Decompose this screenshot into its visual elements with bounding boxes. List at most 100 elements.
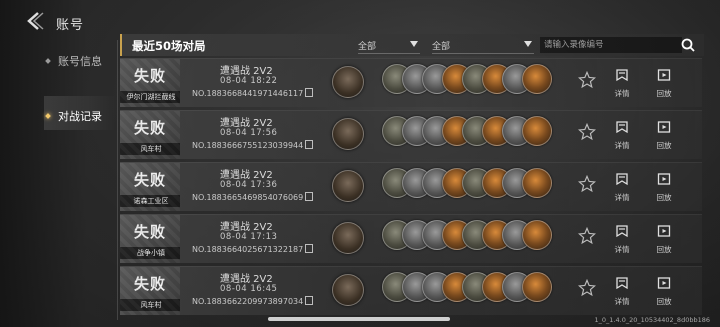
bullet-icon bbox=[45, 58, 51, 64]
replay-number: NO.1883664025671322187 bbox=[192, 244, 314, 254]
unit-icon bbox=[522, 272, 552, 302]
replay-button[interactable]: 回放 bbox=[650, 67, 678, 99]
replay-number: NO.1883668441971446117 bbox=[192, 88, 314, 98]
replay-label: 回放 bbox=[656, 297, 672, 306]
detail-button[interactable]: 详情 bbox=[608, 119, 636, 151]
page-title: 账号 bbox=[56, 18, 85, 33]
match-row[interactable]: 失败 战争小镇 遭遇战 2V2 08-04 17:13 NO.188366402… bbox=[120, 214, 702, 263]
match-mode: 遭遇战 2V2 bbox=[220, 118, 273, 129]
replay-label: 回放 bbox=[656, 141, 672, 150]
replay-button[interactable]: 回放 bbox=[650, 275, 678, 307]
match-row[interactable]: 失败 诺森工业区 遭遇战 2V2 08-04 17:36 NO.18836654… bbox=[120, 162, 702, 211]
match-row[interactable]: 失败 伊尔门湖拦截线 遭遇战 2V2 08-04 18:22 NO.188366… bbox=[120, 58, 702, 107]
copy-icon[interactable] bbox=[305, 140, 314, 149]
replay-label: 回放 bbox=[656, 193, 672, 202]
match-time: 08-04 17:13 bbox=[220, 232, 278, 242]
player-avatar[interactable] bbox=[332, 66, 364, 98]
match-row[interactable]: 失败 风车村 遭遇战 2V2 08-04 17:56 NO.1883666755… bbox=[120, 110, 702, 159]
star-icon[interactable] bbox=[578, 123, 596, 141]
replay-icon bbox=[657, 69, 671, 81]
map-name: 风车村 bbox=[120, 143, 180, 155]
detail-label: 详情 bbox=[614, 89, 630, 98]
detail-button[interactable]: 详情 bbox=[608, 67, 636, 99]
replay-button[interactable]: 回放 bbox=[650, 171, 678, 203]
match-result: 失败 bbox=[134, 67, 167, 85]
detail-icon bbox=[616, 277, 628, 290]
home-indicator[interactable] bbox=[268, 317, 450, 321]
detail-button[interactable]: 详情 bbox=[608, 223, 636, 255]
dropdown-value: 全部 bbox=[432, 41, 451, 52]
star-icon[interactable] bbox=[578, 279, 596, 297]
player-avatar[interactable] bbox=[332, 170, 364, 202]
match-row[interactable]: 失败 风车村 遭遇战 2V2 08-04 16:45 NO.1883662209… bbox=[120, 266, 702, 315]
map-name: 诺森工业区 bbox=[120, 195, 180, 207]
star-icon[interactable] bbox=[578, 227, 596, 245]
detail-label: 详情 bbox=[614, 297, 630, 306]
detail-button[interactable]: 详情 bbox=[608, 275, 636, 307]
replay-number: NO.1883665469854076069 bbox=[192, 192, 314, 202]
detail-icon bbox=[616, 225, 628, 238]
unit-icon bbox=[522, 220, 552, 250]
map-thumbnail: 失败 风车村 bbox=[120, 267, 180, 315]
match-time: 08-04 17:36 bbox=[220, 180, 278, 190]
replay-icon bbox=[657, 121, 671, 133]
replay-icon bbox=[657, 277, 671, 289]
detail-icon bbox=[616, 69, 628, 82]
replay-button[interactable]: 回放 bbox=[650, 119, 678, 151]
player-avatar[interactable] bbox=[332, 274, 364, 306]
unit-icon bbox=[522, 168, 552, 198]
copy-icon[interactable] bbox=[305, 192, 314, 201]
star-icon[interactable] bbox=[578, 71, 596, 89]
replay-number-text: NO.1883668441971446117 bbox=[192, 89, 304, 98]
map-thumbnail: 失败 诺森工业区 bbox=[120, 163, 180, 211]
match-mode: 遭遇战 2V2 bbox=[220, 222, 273, 233]
unit-icon bbox=[522, 116, 552, 146]
version-text: 1_0_1.4.0_20_10534402_8d0bb186 bbox=[594, 316, 710, 324]
replay-number-text: NO.1883664025671322187 bbox=[192, 245, 304, 254]
player-avatar[interactable] bbox=[332, 118, 364, 150]
replay-label: 回放 bbox=[656, 245, 672, 254]
match-time: 08-04 17:56 bbox=[220, 128, 278, 138]
match-list: 失败 伊尔门湖拦截线 遭遇战 2V2 08-04 18:22 NO.188366… bbox=[120, 58, 702, 318]
unit-icon bbox=[522, 64, 552, 94]
map-thumbnail: 失败 战争小镇 bbox=[120, 215, 180, 263]
match-result: 失败 bbox=[134, 119, 167, 137]
filter-dropdown-1[interactable]: 全部 bbox=[358, 37, 420, 54]
detail-label: 详情 bbox=[614, 141, 630, 150]
sidebar-item-label: 对战记录 bbox=[58, 110, 102, 123]
filter-dropdown-2[interactable]: 全部 bbox=[432, 37, 534, 54]
caret-down-icon bbox=[410, 41, 418, 47]
star-icon[interactable] bbox=[578, 175, 596, 193]
search-icon[interactable] bbox=[680, 37, 696, 53]
sidebar-item-match-history[interactable]: 对战记录 bbox=[45, 108, 102, 124]
replay-icon bbox=[657, 225, 671, 237]
bullet-icon bbox=[45, 113, 51, 119]
replay-number-text: NO.1883666755123039944 bbox=[192, 141, 304, 150]
match-result: 失败 bbox=[134, 171, 167, 189]
list-title: 最近50场对局 bbox=[132, 39, 206, 53]
copy-icon[interactable] bbox=[305, 244, 314, 253]
map-thumbnail: 失败 伊尔门湖拦截线 bbox=[120, 59, 180, 107]
detail-label: 详情 bbox=[614, 245, 630, 254]
sidebar-item-account-info[interactable]: 账号信息 bbox=[45, 53, 102, 69]
copy-icon[interactable] bbox=[305, 296, 314, 305]
caret-down-icon bbox=[524, 41, 532, 47]
sidebar: 账号信息 对战记录 bbox=[0, 40, 118, 327]
match-mode: 遭遇战 2V2 bbox=[220, 274, 273, 285]
replay-icon bbox=[657, 173, 671, 185]
detail-button[interactable]: 详情 bbox=[608, 171, 636, 203]
match-result: 失败 bbox=[134, 275, 167, 293]
map-name: 伊尔门湖拦截线 bbox=[120, 91, 180, 103]
back-arrow-icon[interactable] bbox=[24, 10, 46, 32]
match-time: 08-04 18:22 bbox=[220, 76, 278, 86]
replay-number: NO.1883662209973897034 bbox=[192, 296, 314, 306]
sidebar-item-label: 账号信息 bbox=[58, 55, 102, 68]
player-avatar[interactable] bbox=[332, 222, 364, 254]
replay-search-input[interactable] bbox=[540, 37, 682, 53]
match-time: 08-04 16:45 bbox=[220, 284, 278, 294]
replay-button[interactable]: 回放 bbox=[650, 223, 678, 255]
list-header: 最近50场对局 全部 全部 bbox=[120, 34, 704, 56]
copy-icon[interactable] bbox=[305, 88, 314, 97]
map-thumbnail: 失败 风车村 bbox=[120, 111, 180, 159]
detail-icon bbox=[616, 121, 628, 134]
